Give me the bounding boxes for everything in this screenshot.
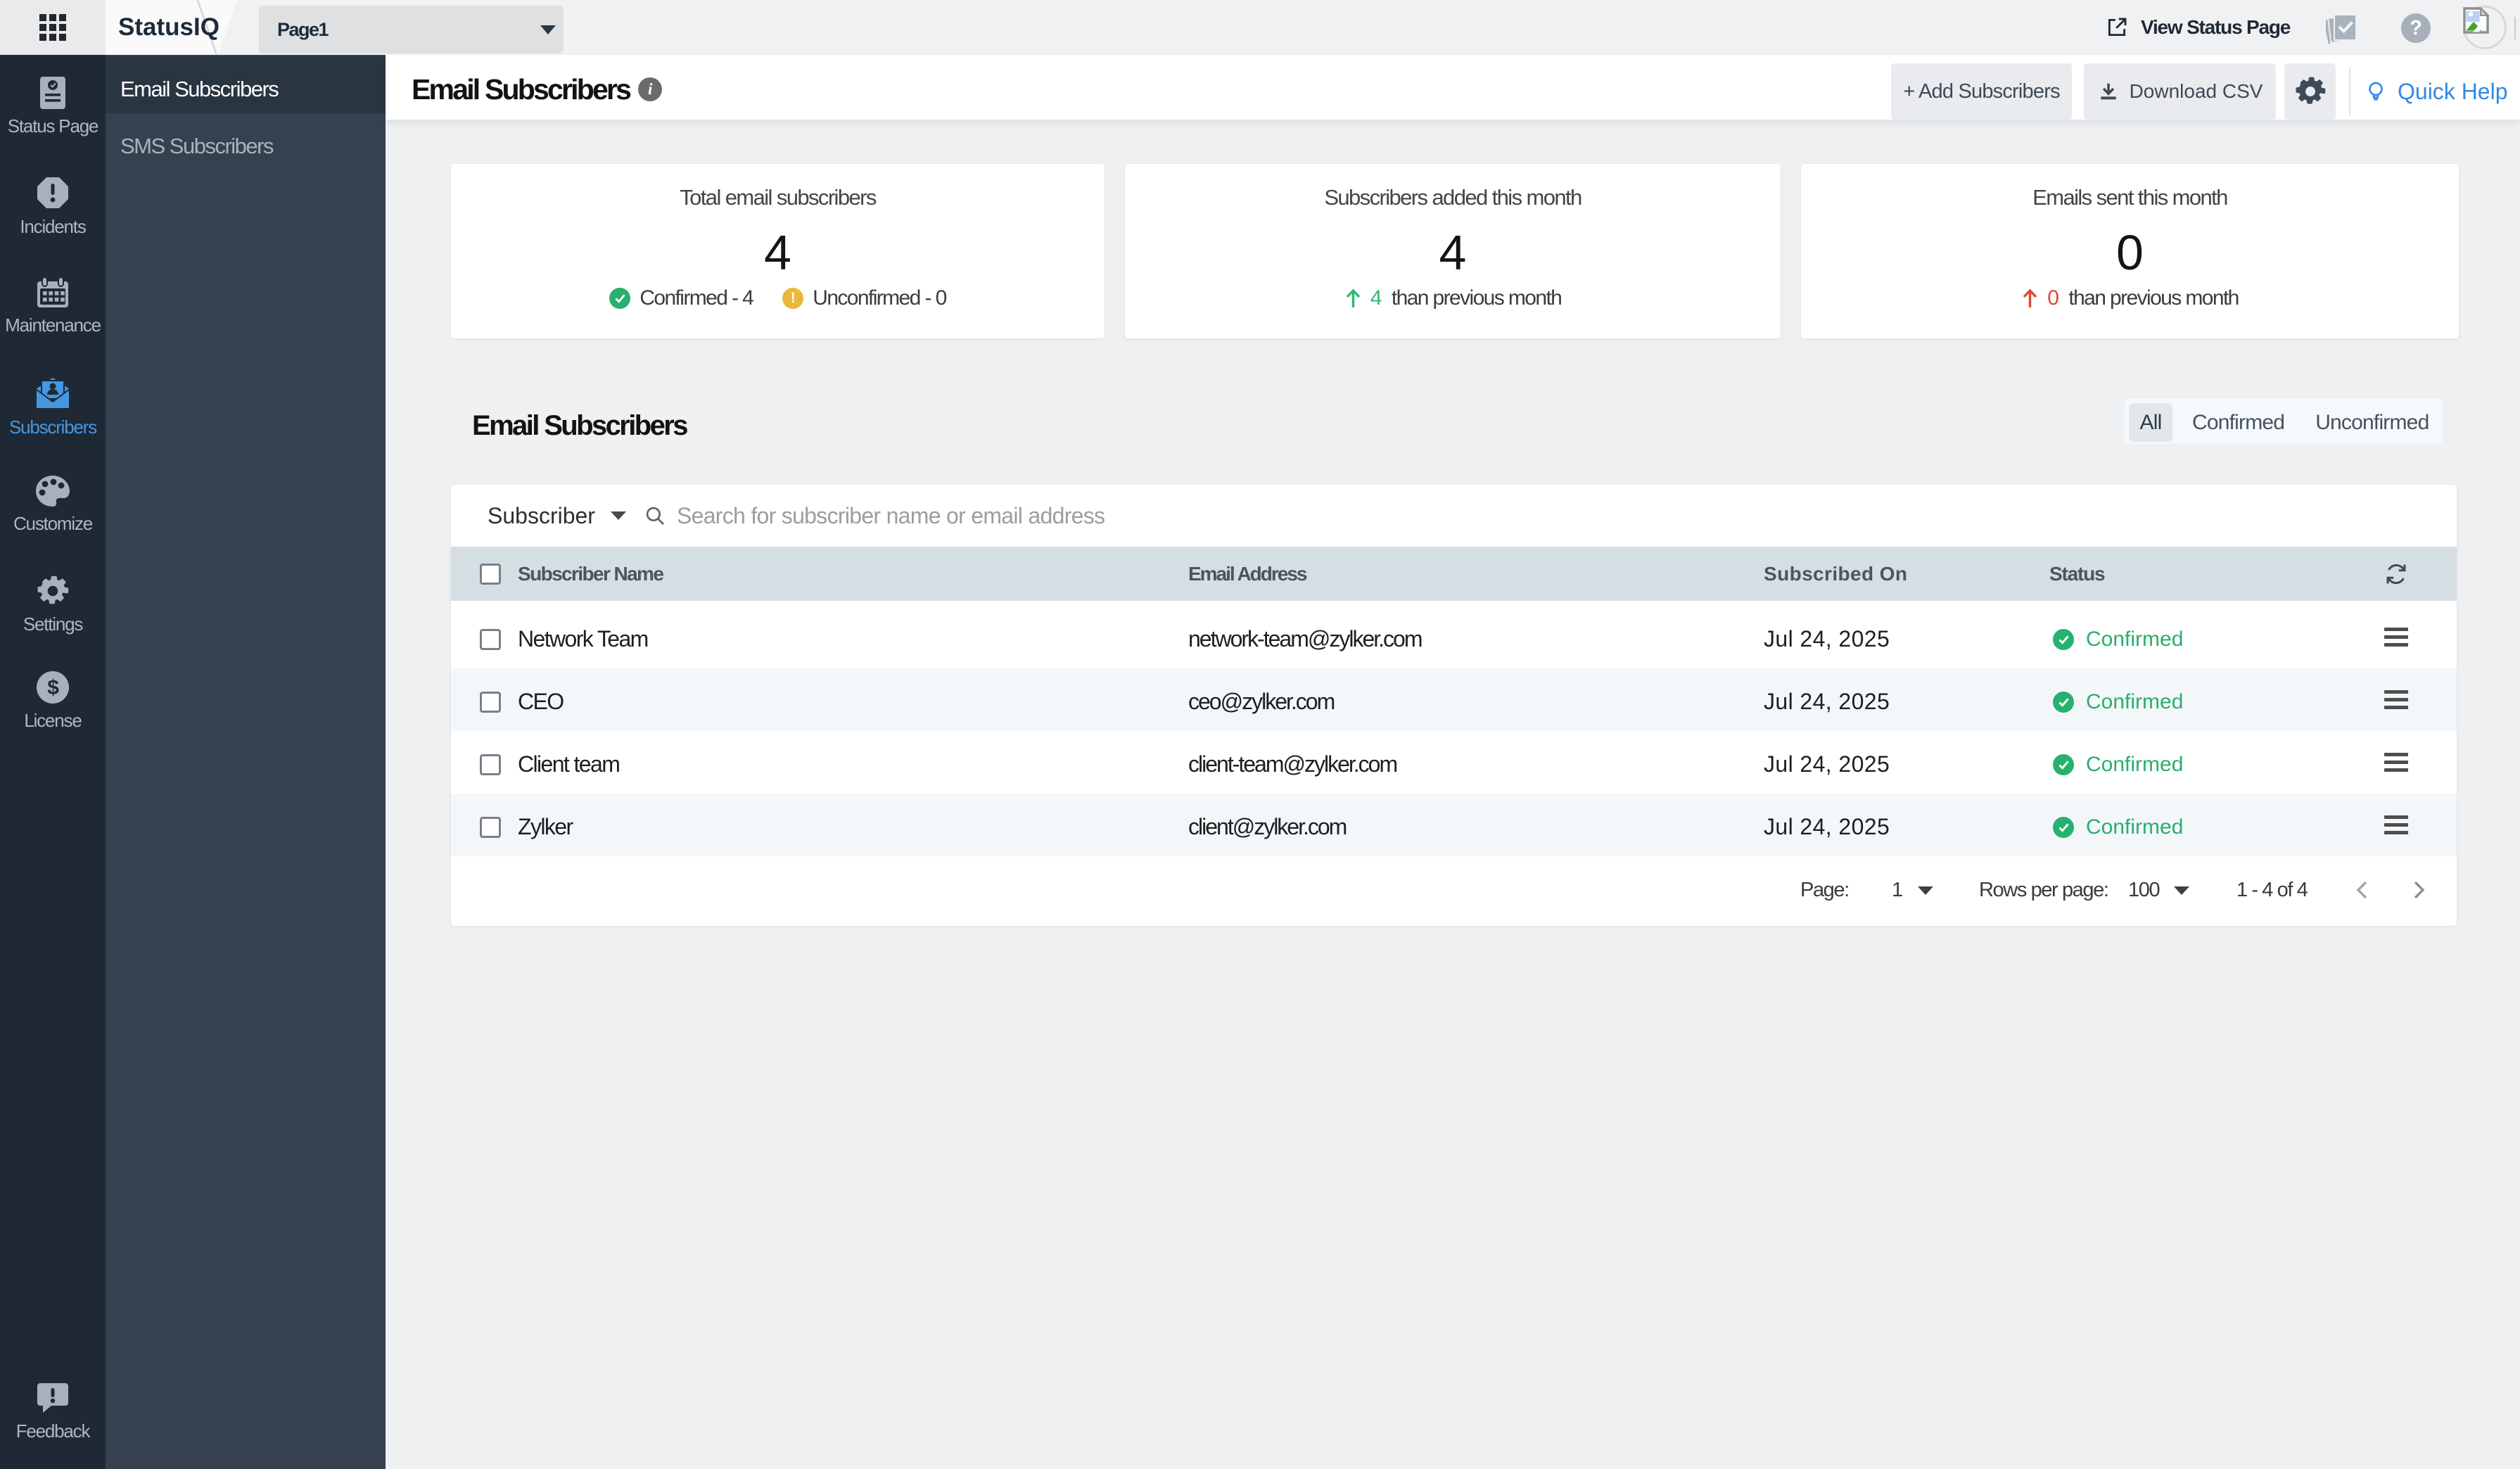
svg-text:$: $ <box>47 676 59 699</box>
